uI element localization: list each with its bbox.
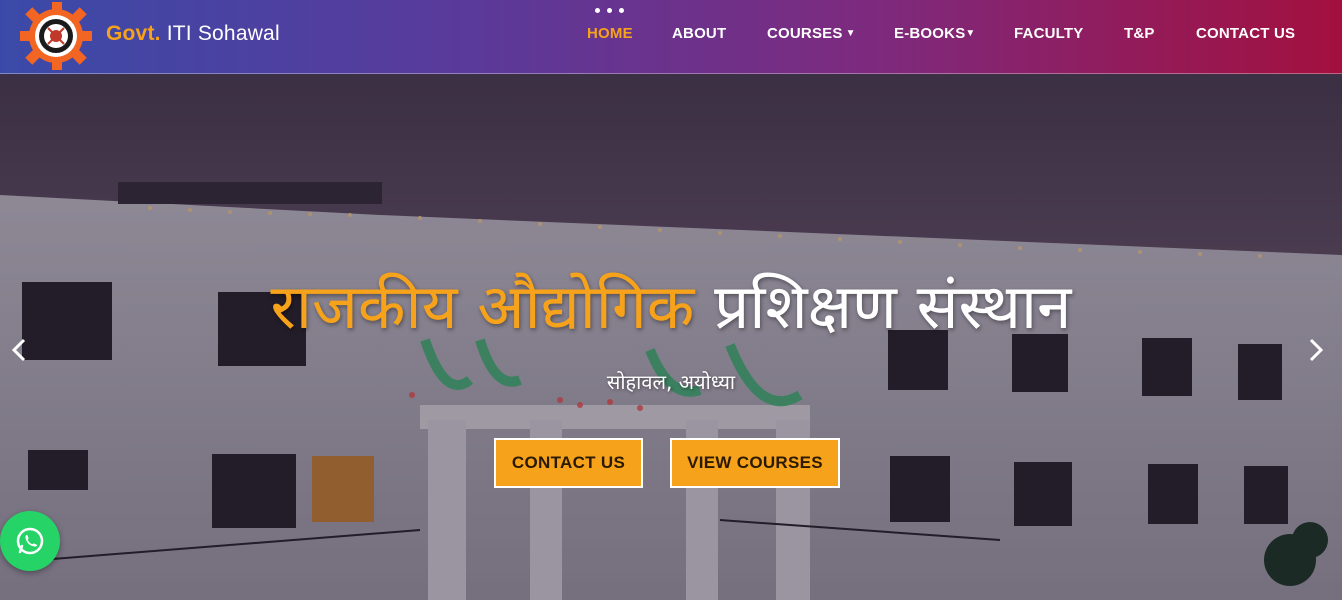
contact-us-button[interactable]: CONTACT US — [494, 438, 643, 488]
hero-title-rest: प्रशिक्षण संस्थान — [714, 270, 1072, 343]
hero-subtitle: सोहावल, अयोध्या — [606, 370, 736, 394]
nav-home[interactable]: HOME — [587, 25, 633, 42]
whatsapp-button[interactable] — [0, 511, 60, 571]
nav-tp[interactable]: T&P — [1124, 25, 1155, 42]
chevron-left-icon — [11, 338, 26, 362]
whatsapp-icon — [16, 527, 44, 555]
carousel-next-button[interactable] — [1297, 330, 1333, 370]
main-nav: HOME ABOUT COURSES ▼ E-BOOKS▼ FACULTY T&P… — [0, 0, 1342, 74]
nav-courses[interactable]: COURSES ▼ — [767, 25, 856, 42]
view-courses-button[interactable]: VIEW COURSES — [670, 438, 840, 488]
hero-title: राजकीय औद्योगिक प्रशिक्षण संस्थान — [0, 262, 1342, 352]
site-header: Govt. ITI Sohawal HOME ABOUT COURSES ▼ E-… — [0, 0, 1342, 74]
hero-title-highlight: राजकीय औद्योगिक — [270, 270, 695, 343]
carousel-prev-button[interactable] — [2, 330, 38, 370]
nav-faculty[interactable]: FACULTY — [1014, 25, 1083, 42]
nav-courses-label: COURSES — [767, 25, 843, 42]
active-indicator-icon — [594, 8, 626, 14]
chevron-right-icon — [1309, 338, 1324, 362]
nav-about[interactable]: ABOUT — [672, 25, 726, 42]
nav-ebooks-label: E-BOOKS — [894, 25, 966, 42]
nav-ebooks[interactable]: E-BOOKS▼ — [894, 25, 976, 42]
nav-contact[interactable]: CONTACT US — [1196, 25, 1295, 42]
caret-down-icon: ▼ — [965, 28, 976, 39]
caret-down-icon: ▼ — [845, 28, 856, 39]
